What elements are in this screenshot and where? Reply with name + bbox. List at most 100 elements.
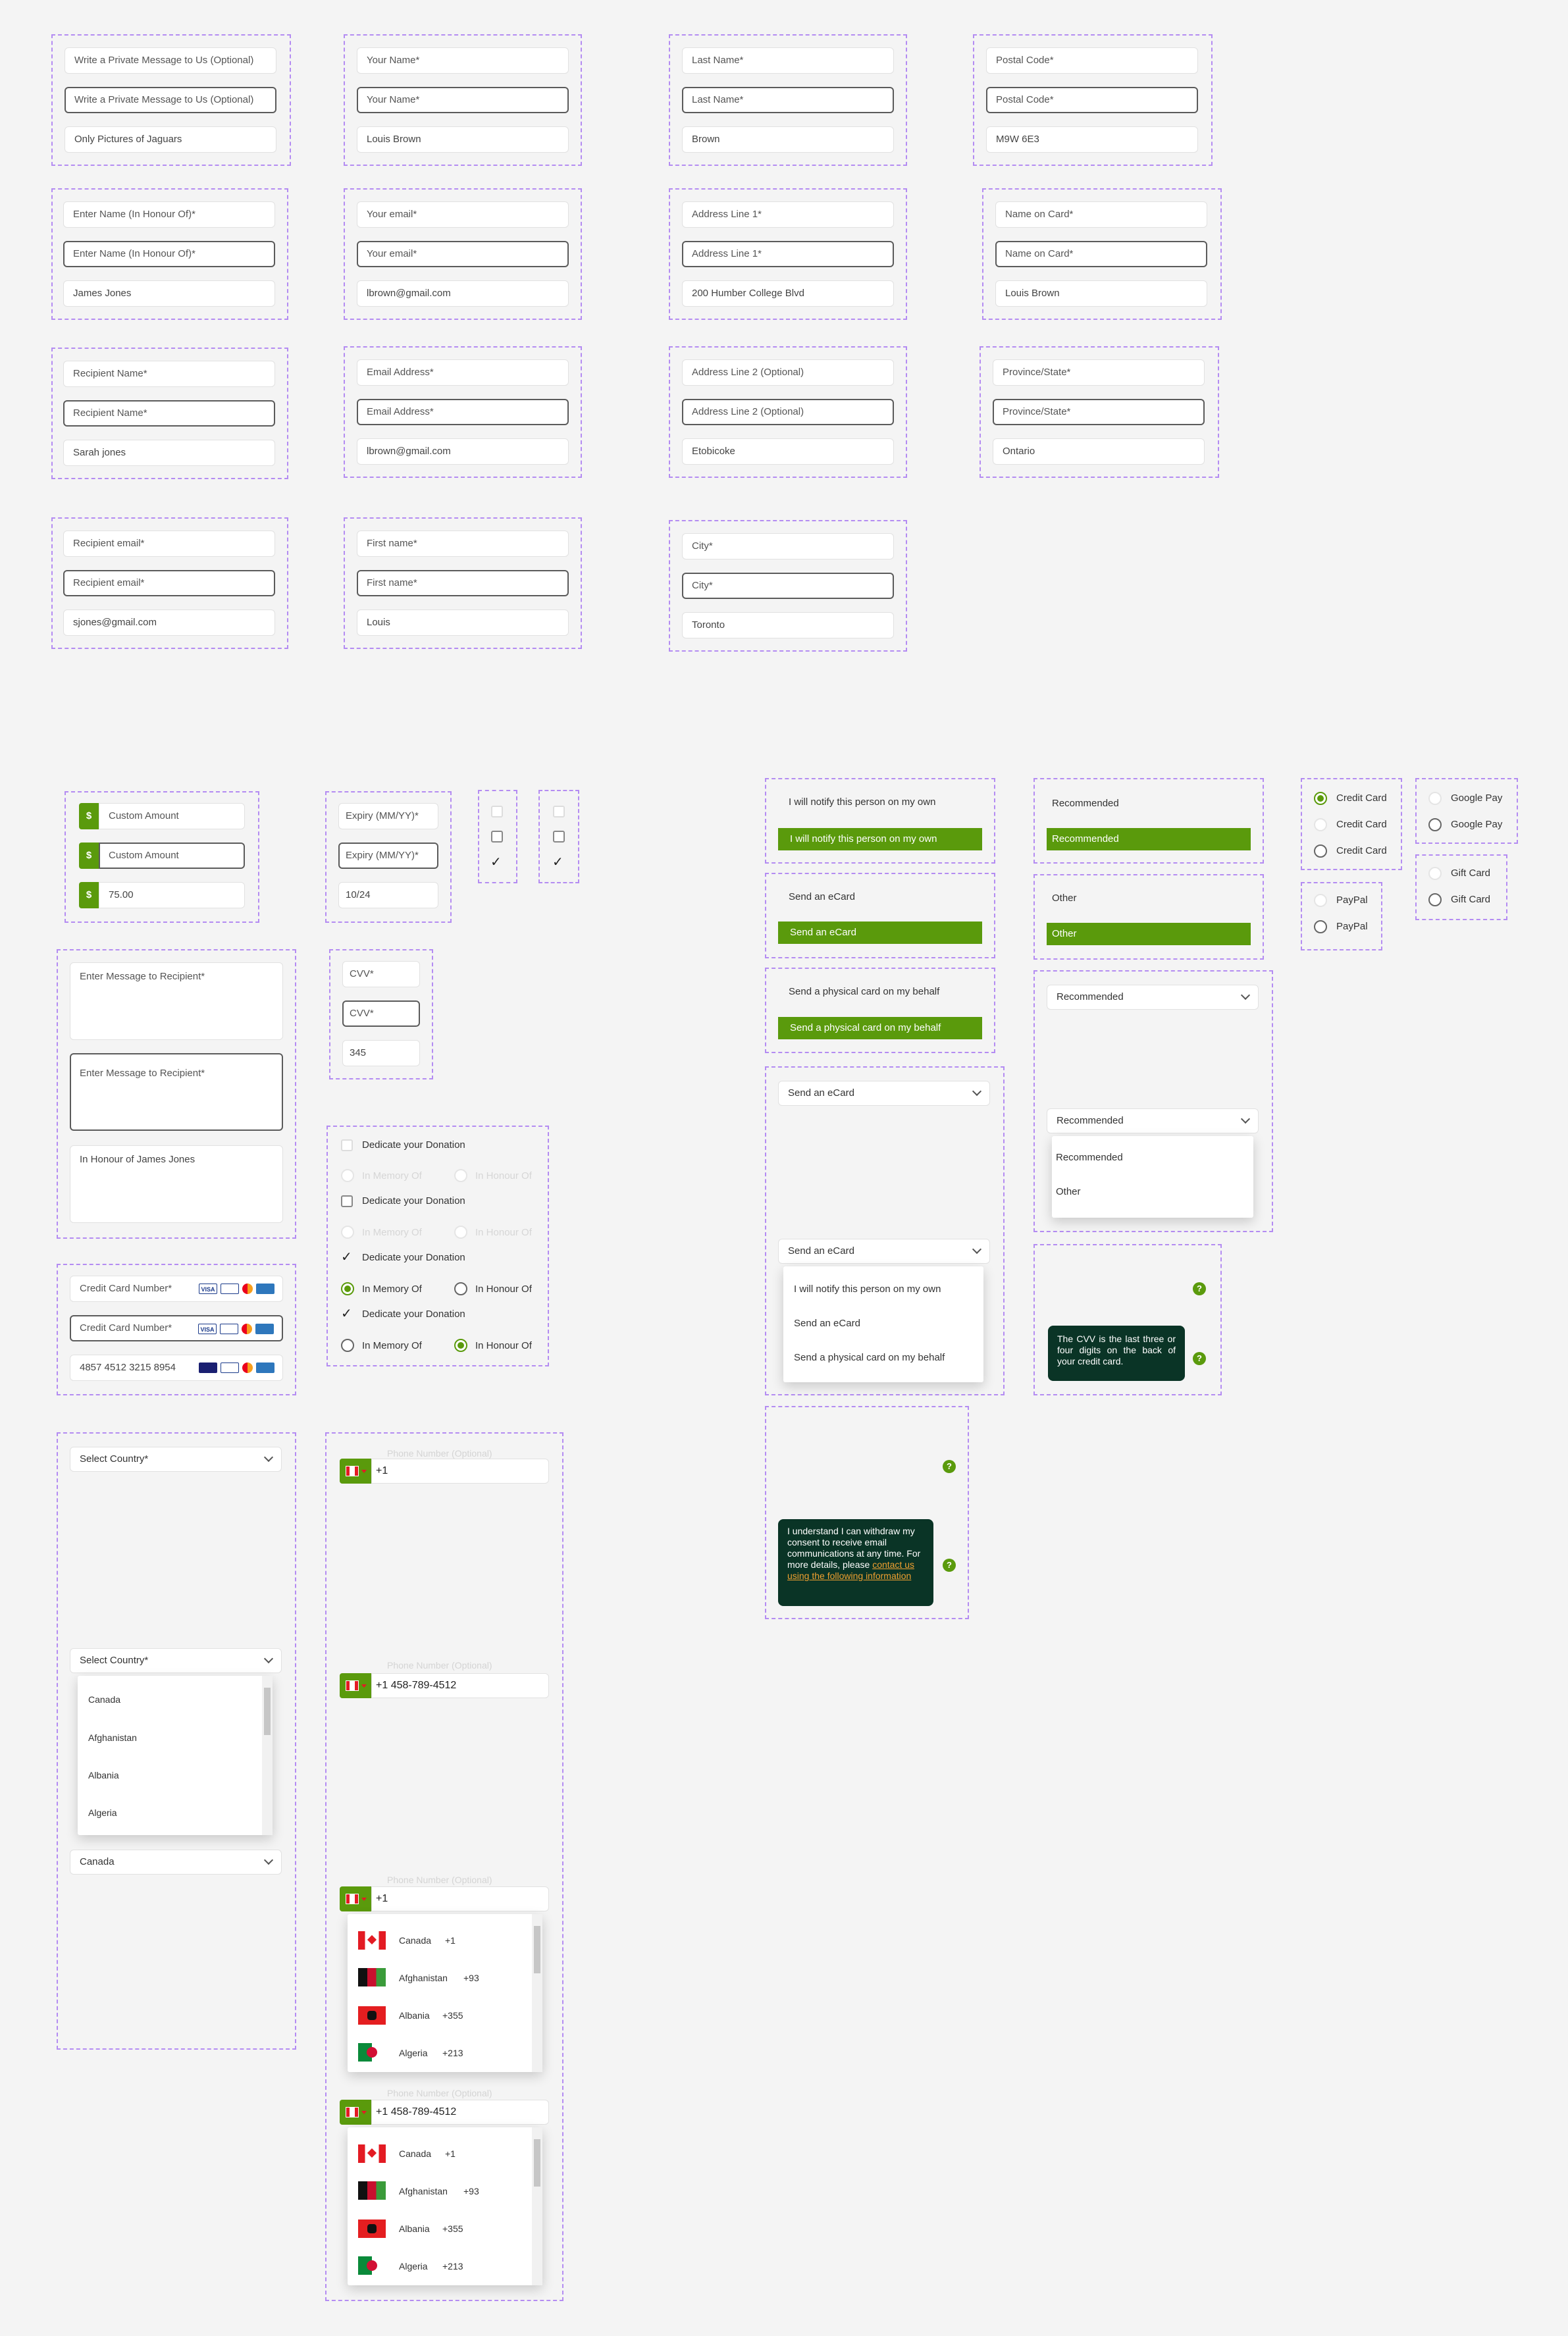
name-on-card-field-focused[interactable]: Name on Card* <box>995 241 1207 267</box>
first-name-field-focused[interactable]: First name* <box>357 570 569 596</box>
address2-field-focused[interactable]: Address Line 2 (Optional) <box>682 399 894 425</box>
amount-field-filled[interactable]: 75.00 <box>99 882 245 908</box>
credit-card-radio-disabled[interactable] <box>1314 818 1327 831</box>
phone-country-name[interactable]: Canada <box>399 1935 431 1946</box>
your-email-field-filled[interactable]: lbrown@gmail.com <box>357 280 569 307</box>
honour-radio-selected[interactable] <box>454 1339 467 1352</box>
cvv-field-focused[interactable]: CVV* <box>342 1000 420 1027</box>
paypal-radio[interactable] <box>1314 920 1327 933</box>
recipient-email-field-default[interactable]: Recipient email* <box>63 531 275 557</box>
email-address-field-focused[interactable]: Email Address* <box>357 399 569 425</box>
phone-country-name[interactable]: Canada <box>399 2148 431 2159</box>
google-pay-radio-disabled[interactable] <box>1428 792 1442 805</box>
country-menu-item[interactable]: Algeria <box>88 1807 117 1818</box>
phone-country-name[interactable]: Albania <box>399 2223 430 2234</box>
message-textarea-focused[interactable]: Enter Message to Recipient* <box>70 1053 283 1131</box>
country-select-filled[interactable]: Canada <box>70 1850 282 1875</box>
gift-card-radio-disabled[interactable] <box>1428 867 1442 880</box>
scrollbar-thumb[interactable] <box>534 2139 540 2187</box>
province-field-filled[interactable]: Ontario <box>993 438 1205 465</box>
recommended-menu-item[interactable]: Recommended <box>1056 1152 1123 1163</box>
phone-input[interactable]: +1 458-789-4512 <box>371 1673 549 1698</box>
google-pay-radio[interactable] <box>1428 818 1442 831</box>
checkbox-disabled[interactable] <box>491 806 503 818</box>
last-name-field-default[interactable]: Last Name* <box>682 47 894 74</box>
province-field-default[interactable]: Province/State* <box>993 359 1205 386</box>
country-code-button[interactable] <box>340 2100 371 2125</box>
credit-card-field-filled[interactable]: 4857 4512 3215 8954 <box>70 1355 283 1381</box>
country-select-closed[interactable]: Select Country* <box>70 1447 282 1472</box>
address1-field-focused[interactable]: Address Line 1* <box>682 241 894 267</box>
name-on-card-field-filled[interactable]: Louis Brown <box>995 280 1207 307</box>
phone-country-name[interactable]: Albania <box>399 2010 430 2021</box>
country-menu-item[interactable]: Afghanistan <box>88 1732 137 1743</box>
country-code-button[interactable] <box>340 1459 371 1484</box>
help-icon[interactable]: ? <box>943 1559 956 1572</box>
ecard-dropdown-closed[interactable]: Send an eCard <box>778 1081 990 1106</box>
help-icon[interactable]: ? <box>943 1460 956 1473</box>
recommended-menu-item[interactable]: Other <box>1056 1186 1081 1197</box>
ecard-option-selected[interactable]: Send an eCard <box>778 921 982 944</box>
scrollbar[interactable] <box>532 2127 542 2285</box>
email-address-field-filled[interactable]: lbrown@gmail.com <box>357 438 569 465</box>
phone-country-name[interactable]: Algeria <box>399 2261 428 2271</box>
ecard-menu-item[interactable]: Send an eCard <box>794 1318 860 1329</box>
city-field-filled[interactable]: Toronto <box>682 612 894 638</box>
phone-country-name[interactable]: Afghanistan <box>399 1973 448 1983</box>
recipient-name-field-filled[interactable]: Sarah jones <box>63 440 275 466</box>
checkbox-disabled[interactable] <box>553 806 565 818</box>
phone-input[interactable]: +1 <box>371 1459 549 1484</box>
message-textarea-filled[interactable]: In Honour of James Jones <box>70 1145 283 1223</box>
ecard-menu-item[interactable]: Send a physical card on my behalf <box>794 1352 945 1363</box>
memory-radio-selected[interactable] <box>341 1282 354 1295</box>
ecard-option[interactable]: Send an eCard <box>789 891 855 902</box>
honour-radio-disabled[interactable] <box>454 1226 467 1239</box>
scrollbar-thumb[interactable] <box>534 1926 540 1973</box>
ecard-dropdown-open[interactable]: Send an eCard <box>778 1239 990 1264</box>
honour-name-field-focused[interactable]: Enter Name (In Honour Of)* <box>63 241 275 267</box>
your-email-field-focused[interactable]: Your email* <box>357 241 569 267</box>
honour-radio[interactable] <box>454 1282 467 1295</box>
address2-field-default[interactable]: Address Line 2 (Optional) <box>682 359 894 386</box>
private-message-field-default[interactable]: Write a Private Message to Us (Optional) <box>65 47 276 74</box>
dedicate-checkbox-disabled[interactable] <box>341 1139 353 1151</box>
country-menu-item[interactable]: Canada <box>88 1694 120 1705</box>
last-name-field-filled[interactable]: Brown <box>682 126 894 153</box>
postal-code-field-default[interactable]: Postal Code* <box>986 47 1198 74</box>
name-on-card-field-default[interactable]: Name on Card* <box>995 201 1207 228</box>
phone-input[interactable]: +1 458-789-4512 <box>371 2100 549 2125</box>
recipient-email-field-filled[interactable]: sjones@gmail.com <box>63 610 275 636</box>
credit-card-radio-selected[interactable] <box>1314 792 1327 805</box>
memory-radio-disabled[interactable] <box>341 1169 354 1182</box>
other-option[interactable]: Other <box>1052 893 1077 904</box>
email-address-field-default[interactable]: Email Address* <box>357 359 569 386</box>
province-field-focused[interactable]: Province/State* <box>993 399 1205 425</box>
scrollbar[interactable] <box>532 1914 542 2072</box>
phone-input[interactable]: +1 <box>371 1886 549 1911</box>
other-option-selected[interactable]: Other <box>1047 923 1251 945</box>
first-name-field-filled[interactable]: Louis <box>357 610 569 636</box>
private-message-field-focused[interactable]: Write a Private Message to Us (Optional) <box>65 87 276 113</box>
help-icon[interactable]: ? <box>1193 1352 1206 1365</box>
expiry-field-default[interactable]: Expiry (MM/YY)* <box>338 803 438 829</box>
checkmark-icon[interactable]: ✓ <box>490 856 502 869</box>
country-code-button[interactable] <box>340 1886 371 1911</box>
cvv-field-default[interactable]: CVV* <box>342 961 420 987</box>
phone-country-name[interactable]: Algeria <box>399 2048 428 2058</box>
your-name-field-focused[interactable]: Your Name* <box>357 87 569 113</box>
physical-option[interactable]: Send a physical card on my behalf <box>789 986 939 997</box>
amount-field-focused[interactable]: Custom Amount <box>99 843 245 869</box>
dedicate-checkmark-icon[interactable]: ✓ <box>341 1307 352 1320</box>
country-code-button[interactable] <box>340 1673 371 1698</box>
gift-card-radio[interactable] <box>1428 893 1442 906</box>
paypal-radio-disabled[interactable] <box>1314 894 1327 907</box>
honour-name-field-default[interactable]: Enter Name (In Honour Of)* <box>63 201 275 228</box>
notify-own-option-selected[interactable]: I will notify this person on my own <box>778 828 982 850</box>
amount-field-default[interactable]: Custom Amount <box>99 803 245 829</box>
last-name-field-focused[interactable]: Last Name* <box>682 87 894 113</box>
your-name-field-default[interactable]: Your Name* <box>357 47 569 74</box>
checkbox-unchecked[interactable] <box>553 831 565 843</box>
memory-radio[interactable] <box>341 1339 354 1352</box>
your-name-field-filled[interactable]: Louis Brown <box>357 126 569 153</box>
message-textarea-default[interactable]: Enter Message to Recipient* <box>70 962 283 1040</box>
